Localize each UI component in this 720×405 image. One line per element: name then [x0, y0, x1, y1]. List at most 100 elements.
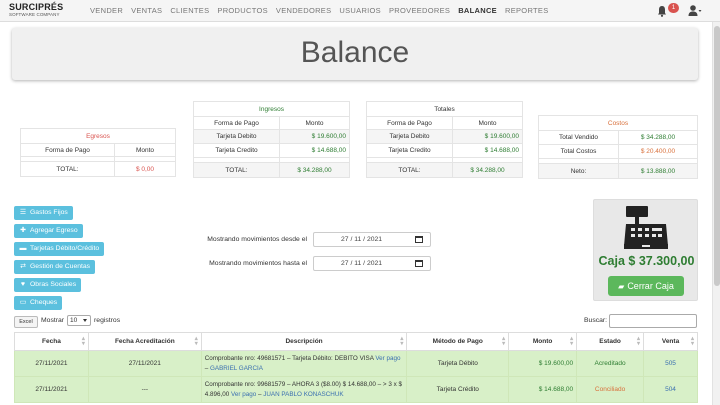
calendar-icon[interactable]	[415, 260, 423, 267]
totales-col-monto: Monto	[452, 116, 523, 130]
costos-row-value: $ 34.288,00	[618, 130, 698, 145]
page-title: Balance	[300, 36, 410, 69]
scrollbar-thumb[interactable]	[714, 26, 720, 286]
totales-row-monto: $ 14.688,00	[452, 143, 523, 158]
client-link[interactable]: GABRIEL GARCIA	[210, 365, 263, 372]
brand-logo[interactable]: SURCIPRÉS SOFTWARE COMPANY	[0, 3, 90, 18]
column-header-acreditacion[interactable]: Fecha Acreditación ▴ ▾	[87, 332, 202, 351]
ingresos-table: Ingresos Forma de Pago Monto Tarjeta Debi…	[193, 101, 350, 178]
cell-monto: $ 14.688,00	[508, 376, 578, 403]
search-input[interactable]	[609, 314, 697, 328]
egresos-table: Egresos Forma de Pago Monto TOTAL: $ 0,00	[20, 128, 176, 177]
egresos-total-label: TOTAL:	[20, 161, 115, 177]
nav-reportes[interactable]: REPORTES	[505, 6, 549, 15]
hasta-date-value: 27 / 11 / 2021	[341, 260, 383, 267]
egresos-col-monto: Monto	[114, 143, 176, 157]
calendar-icon[interactable]	[415, 236, 423, 243]
page-scrollbar[interactable]	[712, 22, 720, 405]
column-header-metodo[interactable]: Método de Pago ▴ ▾	[406, 332, 510, 351]
agregar-egreso-label: Agregar Egreso	[30, 227, 78, 234]
buscar-label: Buscar:	[584, 317, 608, 324]
obras-sociales-label: Obras Sociales	[30, 281, 77, 288]
gastos-fijos-button[interactable]: ☰ Gastos Fijos	[14, 206, 73, 220]
ver-pago-link[interactable]: Ver pago	[375, 355, 400, 362]
totales-total-label: TOTAL:	[366, 162, 453, 178]
excel-button[interactable]: Excel	[14, 316, 38, 328]
nav-vender[interactable]: VENDER	[90, 6, 123, 15]
hasta-date-input[interactable]: 27 / 11 / 2021	[313, 256, 431, 271]
totales-row-monto: $ 19.600,00	[452, 129, 523, 144]
cell-venta-link[interactable]: 505	[643, 350, 698, 377]
costos-row-value: $ 20.400,00	[618, 144, 698, 159]
desde-date-input[interactable]: 27 / 11 / 2021	[313, 232, 431, 247]
cell-descripcion: Comprobante nro: 99681579 – AHORA 3 ($8.…	[200, 376, 408, 403]
egresos-total-value: $ 0,00	[114, 161, 176, 177]
page-size-control: Mostrar 10 registros	[41, 315, 120, 326]
ingresos-row-forma: Tarjeta Debito	[193, 129, 280, 144]
column-header-venta[interactable]: Venta ▴ ▾	[643, 332, 698, 351]
cheques-button[interactable]: ▭ Cheques	[14, 296, 63, 310]
nav-ventas[interactable]: VENTAS	[131, 6, 162, 15]
column-header-estado[interactable]: Estado ▴ ▾	[576, 332, 645, 351]
page-header: Balance	[12, 28, 698, 80]
brand-name: SURCIPRÉS	[9, 2, 64, 13]
totales-total-value: $ 34.288,00	[452, 162, 523, 178]
caja-panel: Caja $ 37.300,00 ▰ Cerrar Caja	[593, 199, 698, 301]
totales-table: Totales Forma de Pago Monto Tarjeta Debit…	[366, 101, 523, 178]
client-link[interactable]: JUAN PABLO KONASCHUK	[263, 391, 343, 398]
ingresos-col-forma: Forma de Pago	[193, 116, 280, 130]
ingresos-row-forma: Tarjeta Credito	[193, 143, 280, 158]
page-size-select[interactable]: 10	[67, 315, 92, 326]
cell-estado: Conciliado	[576, 376, 645, 403]
nav-proveedores[interactable]: PROVEEDORES	[389, 6, 450, 15]
totales-row-forma: Tarjeta Credito	[366, 143, 453, 158]
gestion-cuentas-button[interactable]: ⇄ Gestión de Cuentas	[14, 260, 96, 274]
cell-descripcion: Comprobante nro: 49681571 – Tarjeta Débi…	[200, 350, 408, 377]
agregar-egreso-button[interactable]: ✚ Agregar Egreso	[14, 224, 83, 238]
column-header-fecha[interactable]: Fecha ▴ ▾	[14, 332, 89, 351]
money-icon: ▭	[19, 299, 27, 306]
gastos-fijos-label: Gastos Fijos	[30, 209, 68, 216]
hasta-label: Mostrando movimientos hasta el	[209, 260, 307, 267]
cell-estado: Acreditado	[576, 350, 645, 377]
egresos-title: Egresos	[20, 128, 176, 144]
nav-balance[interactable]: BALANCE	[458, 6, 497, 15]
ingresos-total-label: TOTAL:	[193, 162, 280, 178]
nav-vendedores[interactable]: VENDEDORES	[276, 6, 332, 15]
cell-fecha: 27/11/2021	[14, 376, 89, 403]
credit-card-icon: ▬	[19, 245, 27, 252]
ver-pago-link[interactable]: Ver pago	[231, 391, 256, 398]
exchange-icon: ⇄	[20, 263, 26, 270]
ingresos-row-monto: $ 19.600,00	[279, 129, 350, 144]
cell-fecha: 27/11/2021	[14, 350, 89, 377]
cerrar-caja-label: Cerrar Caja	[627, 281, 674, 291]
lock-icon: ▰	[618, 282, 625, 291]
user-icon[interactable]	[688, 4, 702, 18]
ingresos-title: Ingresos	[193, 101, 350, 117]
cell-monto: $ 19.600,00	[508, 350, 578, 377]
ingresos-row-monto: $ 14.688,00	[279, 143, 350, 158]
cell-acreditacion: 27/11/2021	[87, 350, 202, 377]
costos-neto-value: $ 13.888,00	[618, 163, 698, 179]
column-header-descripcion[interactable]: Descripción ▴ ▾	[200, 332, 408, 351]
nav-usuarios[interactable]: USUARIOS	[339, 6, 381, 15]
desde-date-value: 27 / 11 / 2021	[341, 236, 383, 243]
column-header-monto[interactable]: Monto ▴ ▾	[508, 332, 578, 351]
plus-icon: ✚	[20, 227, 26, 234]
bell-icon[interactable]	[656, 5, 668, 17]
tarjetas-button[interactable]: ▬ Tarjetas Débito/Crédito	[14, 242, 105, 256]
costos-neto-label: Neto:	[538, 163, 619, 179]
costos-row-label: Total Vendido	[538, 130, 619, 145]
obras-sociales-button[interactable]: ♥ Obras Sociales	[14, 278, 82, 292]
nav-clientes[interactable]: CLIENTES	[170, 6, 209, 15]
nav-productos[interactable]: PRODUCTOS	[217, 6, 267, 15]
cell-acreditacion: ---	[87, 376, 202, 403]
costos-title: Costos	[538, 115, 698, 131]
brand-tagline: SOFTWARE COMPANY	[9, 12, 60, 18]
costos-table: Costos Total Vendido $ 34.288,00 Total Co…	[538, 115, 698, 179]
cerrar-caja-button[interactable]: ▰ Cerrar Caja	[608, 276, 684, 296]
cell-venta-link[interactable]: 504	[643, 376, 698, 403]
totales-row-forma: Tarjeta Debito	[366, 129, 453, 144]
movimientos-table: Fecha ▴ ▾ Fecha Acreditación ▴ ▾ Descripción…	[14, 332, 698, 403]
costos-row-label: Total Costos	[538, 144, 619, 159]
